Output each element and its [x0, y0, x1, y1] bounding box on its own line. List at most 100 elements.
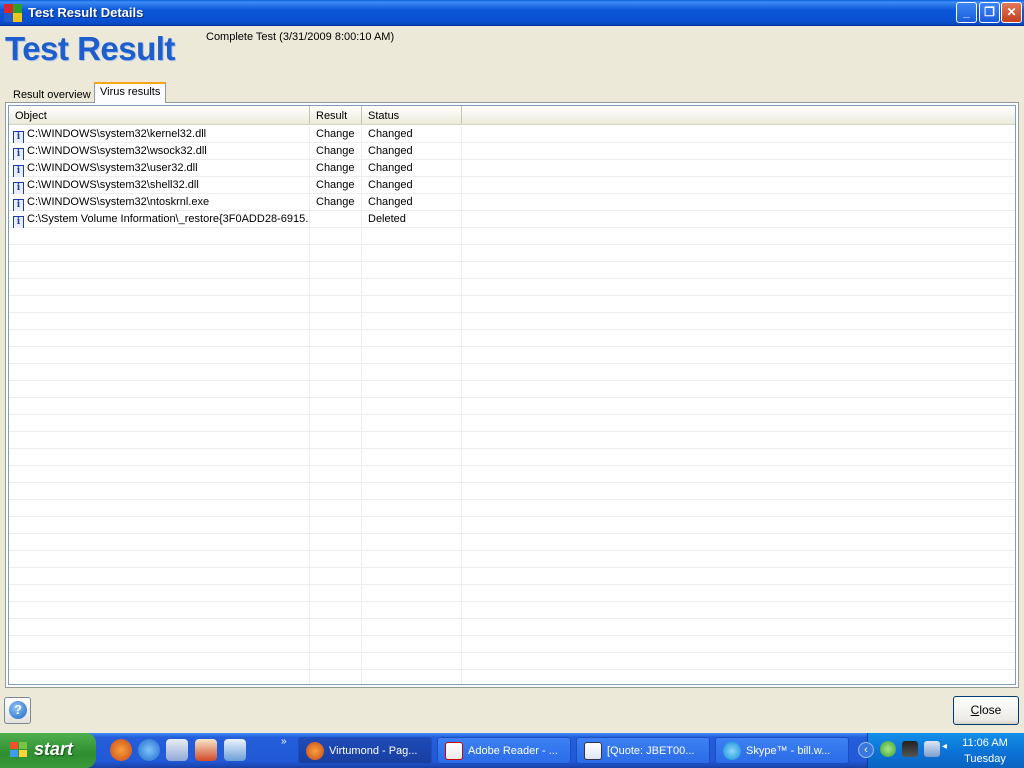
ie-icon[interactable]: [138, 739, 160, 761]
column-header-result[interactable]: Result: [310, 106, 362, 124]
page-title: Test Result: [5, 30, 175, 67]
result-cell: Change: [316, 128, 355, 140]
clock-day: Tuesday: [964, 753, 1006, 765]
empty-row: [9, 551, 1015, 568]
column-header-object[interactable]: Object: [9, 106, 310, 124]
outlook-icon[interactable]: [166, 739, 188, 761]
status-cell: Changed: [368, 179, 413, 191]
status-cell: Changed: [368, 145, 413, 157]
empty-row: [9, 381, 1015, 398]
info-icon: i: [13, 199, 24, 211]
empty-row: [9, 483, 1015, 500]
app-icon[interactable]: [195, 739, 217, 761]
table-row[interactable]: i C:\WINDOWS\system32\shell32.dll Change Ch…: [9, 177, 1015, 194]
task-label: [Quote: JBET00...: [607, 745, 695, 757]
empty-row: [9, 313, 1015, 330]
table-row[interactable]: i C:\System Volume Information\_restore{3…: [9, 211, 1015, 228]
column-header-status[interactable]: Status: [362, 106, 462, 124]
empty-row: [9, 330, 1015, 347]
result-cell: Change: [316, 162, 355, 174]
task-adobe-reader[interactable]: Adobe Reader - ...: [437, 737, 571, 764]
empty-row: [9, 653, 1015, 670]
start-label: start: [34, 739, 74, 759]
windows-flag-icon: [10, 742, 28, 759]
empty-row: [9, 619, 1015, 636]
empty-row: [9, 398, 1015, 415]
status-cell: Changed: [368, 128, 413, 140]
object-cell: i C:\WINDOWS\system32\ntoskrnl.exe: [13, 194, 309, 211]
result-cell: Change: [316, 179, 355, 191]
empty-row: [9, 347, 1015, 364]
minimize-button[interactable]: _: [956, 2, 977, 23]
empty-row: [9, 262, 1015, 279]
task-quote[interactable]: [Quote: JBET00...: [576, 737, 710, 764]
empty-row: [9, 228, 1015, 245]
empty-row: [9, 279, 1015, 296]
object-path: C:\WINDOWS\system32\ntoskrnl.exe: [27, 196, 210, 208]
empty-row: [9, 364, 1015, 381]
taskbar: start » Virtumond - Pag... Adobe Reader …: [0, 733, 1024, 768]
task-label: Skype™ - bill.w...: [746, 745, 831, 757]
empty-row: [9, 517, 1015, 534]
result-cell: [316, 211, 362, 228]
empty-row: [9, 534, 1015, 551]
info-icon: i: [13, 182, 24, 194]
table-row[interactable]: i C:\WINDOWS\system32\wsock32.dll Change Ch…: [9, 143, 1015, 160]
document-icon: [584, 742, 602, 760]
object-path: C:\WINDOWS\system32\shell32.dll: [27, 179, 199, 191]
close-button[interactable]: Close: [953, 696, 1019, 725]
tab-panel: Object Result Status i C:\WINDOWS\system3…: [5, 102, 1019, 688]
list-rows: i C:\WINDOWS\system32\kernel32.dll Change C…: [9, 126, 1015, 684]
tray-expand-icon[interactable]: ‹: [858, 742, 874, 758]
help-button[interactable]: ?: [4, 697, 31, 724]
empty-row: [9, 296, 1015, 313]
results-list[interactable]: Object Result Status i C:\WINDOWS\system3…: [8, 105, 1016, 685]
volume-icon[interactable]: ◂: [942, 741, 952, 757]
object-path: C:\WINDOWS\system32\kernel32.dll: [27, 128, 207, 140]
info-icon: i: [13, 131, 24, 143]
clock[interactable]: 11:06 AM Tuesday: [955, 735, 1015, 767]
quick-launch-more-icon[interactable]: »: [281, 736, 287, 747]
object-path: C:\System Volume Information\_restore{3F…: [27, 213, 309, 225]
app-tray-icon[interactable]: [902, 741, 918, 757]
app-icon: [4, 4, 22, 22]
empty-row: [9, 432, 1015, 449]
object-cell: i C:\WINDOWS\system32\shell32.dll: [13, 177, 309, 194]
security-shield-icon[interactable]: [880, 741, 896, 757]
empty-row: [9, 415, 1015, 432]
task-virtumond[interactable]: Virtumond - Pag...: [298, 737, 432, 764]
empty-row: [9, 500, 1015, 517]
list-header: Object Result Status: [9, 106, 1015, 125]
start-button[interactable]: start: [0, 733, 96, 768]
result-cell: Change: [316, 196, 355, 208]
task-label: Adobe Reader - ...: [468, 745, 558, 757]
tab-virus-results[interactable]: Virus results: [94, 82, 167, 103]
object-path: C:\WINDOWS\system32\wsock32.dll: [27, 145, 207, 157]
table-row[interactable]: i C:\WINDOWS\system32\kernel32.dll Change C…: [9, 126, 1015, 143]
empty-row: [9, 449, 1015, 466]
skype-icon: [723, 742, 741, 760]
empty-row: [9, 602, 1015, 619]
table-row[interactable]: i C:\WINDOWS\system32\user32.dll Change Cha…: [9, 160, 1015, 177]
close-window-button[interactable]: ✕: [1001, 2, 1022, 23]
window-title: Test Result Details: [28, 5, 144, 20]
empty-row: [9, 245, 1015, 262]
network-icon[interactable]: [924, 741, 940, 757]
status-cell: Deleted: [368, 213, 406, 225]
object-cell: i C:\WINDOWS\system32\kernel32.dll: [13, 126, 309, 143]
object-path: C:\WINDOWS\system32\user32.dll: [27, 162, 198, 174]
firefox-icon[interactable]: [110, 739, 132, 761]
task-skype[interactable]: Skype™ - bill.w...: [715, 737, 849, 764]
status-cell: Changed: [368, 196, 413, 208]
empty-row: [9, 636, 1015, 653]
help-icon: ?: [9, 701, 27, 719]
object-cell: i C:\WINDOWS\system32\user32.dll: [13, 160, 309, 177]
status-cell: Changed: [368, 162, 413, 174]
tab-result-overview[interactable]: Result overview: [7, 86, 97, 102]
close-button-label: Close: [970, 703, 1002, 717]
object-cell: i C:\System Volume Information\_restore{3…: [13, 211, 309, 228]
table-row[interactable]: i C:\WINDOWS\system32\ntoskrnl.exe Change C…: [9, 194, 1015, 211]
explorer-icon[interactable]: [224, 739, 246, 761]
restore-button[interactable]: ❐: [979, 2, 1000, 23]
window-titlebar[interactable]: Test Result Details _ ❐ ✕: [0, 0, 1024, 26]
